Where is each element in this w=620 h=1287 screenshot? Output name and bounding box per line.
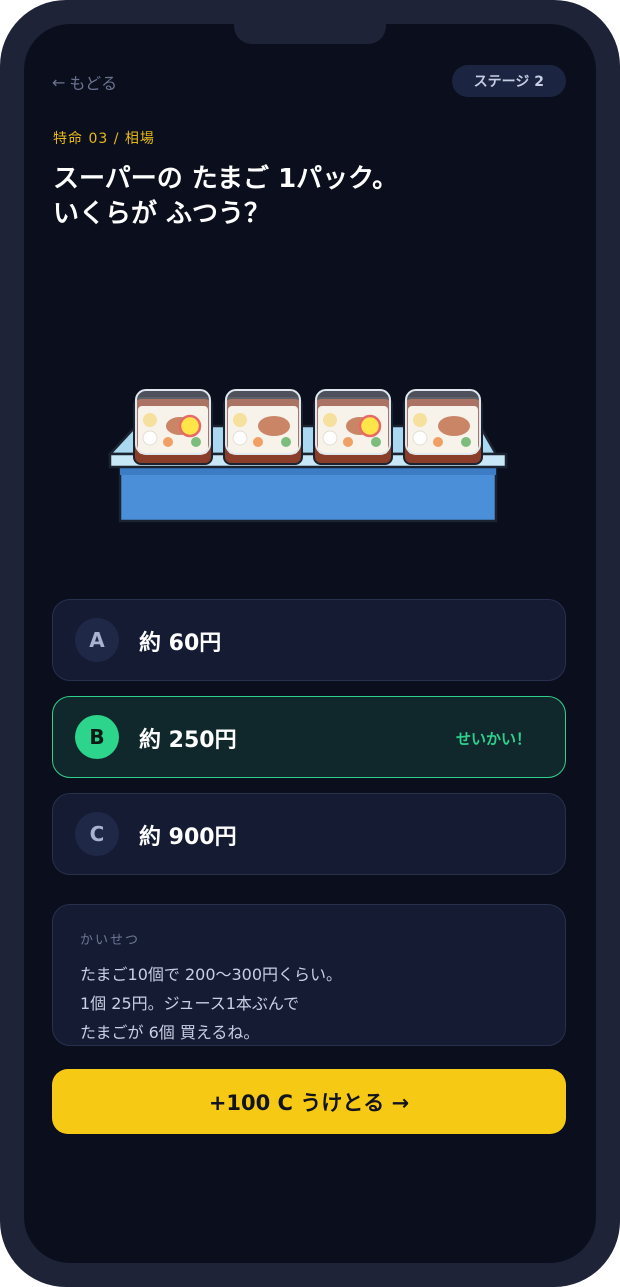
option-b-label: 約 250円: [139, 728, 237, 753]
explanation-panel: かいせつ たまご10個で 200〜300円くらい。 1個 25円。ジュース1本ぶ…: [52, 904, 566, 1046]
bento-box-1: [133, 389, 213, 465]
explanation-line-3: たまごが 6個 買えるね。: [80, 1023, 260, 1042]
correct-tag: せいかい！: [455, 730, 531, 748]
option-a-button[interactable]: A 約 60円: [52, 599, 566, 681]
claim-reward-button[interactable]: +100 C うけとる →: [52, 1069, 566, 1134]
bento-box-2: [223, 389, 303, 465]
back-label: もどる: [69, 74, 118, 93]
option-a-key: A: [75, 618, 119, 662]
option-a-label: 約 60円: [139, 631, 222, 656]
option-b-key: B: [75, 715, 119, 759]
question-line-2: いくらが ふつう？: [53, 199, 271, 229]
bento-box-4: [403, 389, 483, 465]
stage-badge: ステージ 2: [451, 65, 566, 97]
mission-label: 特命 03 / 相場: [53, 131, 155, 147]
back-arrow-icon: ←: [52, 72, 66, 92]
phone-frame: ← もどる ステージ 2 特命 03 / 相場 スーパーの たまご 1パック。 …: [0, 0, 620, 1287]
question-title: スーパーの たまご 1パック。 いくらが ふつう？: [53, 162, 533, 232]
explanation-title: かいせつ: [80, 933, 141, 948]
question-line-1: スーパーの たまご 1パック。: [53, 164, 399, 194]
screen: ← もどる ステージ 2 特命 03 / 相場 スーパーの たまご 1パック。 …: [24, 24, 596, 1263]
notch: [234, 24, 386, 44]
bento-shelf-illustration: [108, 389, 508, 523]
bento-box-3: [313, 389, 393, 465]
option-c-button[interactable]: C 約 900円: [52, 793, 566, 875]
explanation-line-1: たまご10個で 200〜300円くらい。: [80, 965, 343, 984]
option-c-label: 約 900円: [139, 825, 237, 850]
back-button[interactable]: ← もどる: [52, 70, 117, 94]
option-b-button[interactable]: B 約 250円 せいかい！: [52, 696, 566, 778]
option-c-key: C: [75, 812, 119, 856]
explanation-line-2: 1個 25円。ジュース1本ぶんで: [80, 994, 300, 1013]
